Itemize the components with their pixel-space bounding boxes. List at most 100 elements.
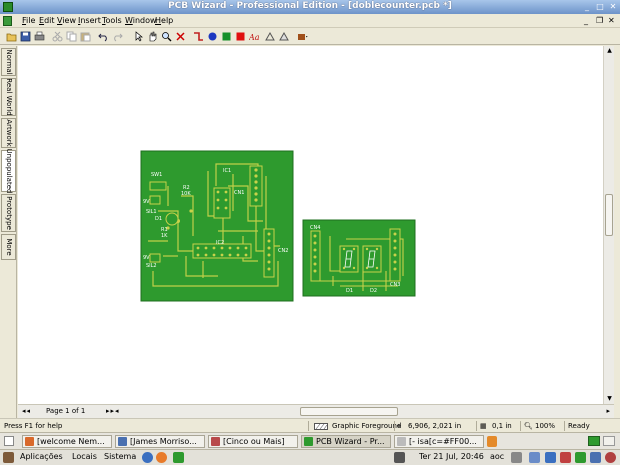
undo-icon[interactable] — [98, 31, 109, 42]
doc-close-button[interactable]: ✕ — [608, 16, 615, 25]
vertical-scrollbar[interactable]: ▲ ▼ — [603, 46, 614, 404]
menu-window[interactable]: Window — [125, 16, 157, 25]
status-help-text: Press F1 for help — [4, 422, 63, 430]
pad-icon[interactable] — [207, 31, 218, 42]
text-icon[interactable]: Aa — [249, 31, 260, 42]
gnome-foot-icon[interactable] — [3, 452, 14, 463]
close-button[interactable]: ✕ — [608, 2, 618, 12]
menu-tools[interactable]: Tools — [102, 16, 122, 25]
pointer-icon[interactable] — [134, 31, 145, 42]
menu-locais[interactable]: Locais — [72, 452, 97, 461]
firefox-icon[interactable] — [156, 452, 167, 463]
menu-view[interactable]: View — [57, 16, 76, 25]
username: aoc — [490, 452, 505, 461]
doc-restore-button[interactable]: ❐ — [596, 16, 603, 25]
chat-icon[interactable] — [545, 452, 556, 463]
page-first-prev-icon[interactable]: ◂◂ — [22, 407, 31, 415]
zoom-icon[interactable] — [161, 31, 172, 42]
status-layer[interactable]: Graphic Foreground — [332, 422, 401, 430]
label-10k: 10K — [181, 191, 191, 197]
label-1k: 1K — [161, 233, 168, 239]
component-icon[interactable] — [235, 31, 246, 42]
menu-insert[interactable]: Insert — [78, 16, 101, 25]
page-indicator: Page 1 of 1 — [46, 407, 86, 415]
tab-prototype[interactable]: Prototype — [1, 194, 16, 232]
status-grid[interactable]: 0,1 in — [492, 422, 512, 430]
title-bar: PCB Wizard - Professional Edition - [dob… — [0, 0, 620, 14]
task-welcome[interactable]: [welcome Nem... — [22, 435, 112, 448]
workspace-1-icon[interactable] — [588, 436, 600, 446]
cut-icon[interactable] — [52, 31, 63, 42]
pcb-board-2[interactable]: CN4 D1 D2 CN3 — [302, 219, 416, 297]
paste-icon[interactable] — [80, 31, 91, 42]
task-james-morrison[interactable]: [James Morriso... — [115, 435, 205, 448]
label-ic1: IC1 — [223, 168, 231, 174]
pan-hand-icon[interactable] — [147, 31, 158, 42]
svg-text:Aa: Aa — [249, 33, 260, 42]
maximize-button[interactable]: □ — [595, 2, 605, 12]
open-icon[interactable] — [6, 31, 17, 42]
window-list-taskbar: [welcome Nem... [James Morriso... [Cinco… — [0, 432, 620, 449]
scroll-up-icon[interactable]: ▲ — [604, 46, 615, 56]
task-isa[interactable]: [- isa[c=#FF00... — [394, 435, 484, 448]
save-icon[interactable] — [20, 31, 31, 42]
minimize-button[interactable]: _ — [582, 2, 592, 12]
doc-minimize-button[interactable]: _ — [584, 16, 588, 25]
window-title: PCB Wizard - Professional Edition - [dob… — [168, 1, 452, 11]
trash-icon[interactable] — [487, 436, 497, 447]
label-cn3: CN3 — [390, 282, 400, 288]
pad-square-icon[interactable] — [221, 31, 232, 42]
shutdown-icon[interactable] — [605, 452, 616, 463]
pcb-drawing: SW1 9V SIL1 R1 1K R2 10K IC1 D1 IC2 CN1 … — [140, 150, 416, 302]
tab-more[interactable]: More — [1, 234, 16, 260]
bluetooth-icon[interactable] — [590, 452, 601, 463]
status-ready: Ready — [568, 422, 590, 430]
task-pcb-wizard[interactable]: PCB Wizard - Pr... — [301, 435, 391, 448]
task-cinco-ou-mais[interactable]: [Cinco ou Mais] — [208, 435, 298, 448]
tab-artwork[interactable]: Artwork — [1, 118, 16, 148]
label-9v-bottom: 9V — [143, 255, 150, 261]
delete-icon[interactable] — [175, 31, 186, 42]
status-zoom[interactable]: 100% — [535, 422, 555, 430]
menu-sistema[interactable]: Sistema — [104, 452, 136, 461]
page-next-last-icon[interactable]: ▸▸◂ — [106, 407, 120, 415]
label-sw1: SW1 — [151, 172, 162, 178]
print-dropdown-icon[interactable] — [297, 31, 308, 42]
clock[interactable]: Ter 21 Jul, 20:46 — [419, 452, 484, 461]
view-tabs: Normal Real World Artwork Unpopulated Pr… — [0, 46, 17, 418]
status-coordinates: 6,906, 2,021 in — [408, 422, 462, 430]
menu-file[interactable]: File — [22, 16, 35, 25]
show-desktop-icon[interactable] — [4, 436, 14, 446]
tab-unpopulated[interactable]: Unpopulated — [1, 149, 16, 193]
workspace-2-icon[interactable] — [603, 436, 615, 446]
pcb-board-1[interactable]: SW1 9V SIL1 R1 1K R2 10K IC1 D1 IC2 CN1 … — [140, 150, 294, 302]
copy-icon[interactable] — [66, 31, 77, 42]
label-icon[interactable] — [265, 31, 276, 42]
notification-icon[interactable] — [560, 452, 571, 463]
label-cn4: CN4 — [310, 225, 320, 231]
redo-icon[interactable] — [112, 31, 123, 42]
tray-icon[interactable] — [575, 452, 586, 463]
wire-icon[interactable] — [193, 31, 204, 42]
tab-real-world[interactable]: Real World — [1, 78, 16, 116]
vertical-scroll-thumb[interactable] — [605, 194, 613, 236]
help-icon[interactable] — [142, 452, 153, 463]
measure-icon[interactable] — [279, 31, 290, 42]
network-icon[interactable] — [511, 452, 522, 463]
menu-edit[interactable]: Edit — [39, 16, 55, 25]
tab-normal[interactable]: Normal — [1, 48, 16, 76]
scroll-down-icon[interactable]: ▼ — [604, 394, 615, 404]
design-canvas[interactable]: SW1 9V SIL1 R1 1K R2 10K IC1 D1 IC2 CN1 … — [18, 46, 603, 404]
label-d2-display: D2 — [370, 288, 377, 294]
horizontal-scroll-thumb[interactable] — [300, 407, 398, 416]
label-d1: D1 — [155, 216, 162, 222]
label-sil2: SIL2 — [146, 263, 157, 269]
menu-aplicacoes[interactable]: Aplicações — [20, 452, 63, 461]
volume-icon[interactable] — [394, 452, 405, 463]
menu-help[interactable]: Help — [155, 16, 173, 25]
mail-icon[interactable] — [529, 452, 540, 463]
scroll-right-icon[interactable]: ▸ — [606, 407, 610, 415]
pcb-launcher-icon[interactable] — [173, 452, 184, 463]
print-icon[interactable] — [34, 31, 45, 42]
document-icon[interactable] — [3, 16, 12, 26]
